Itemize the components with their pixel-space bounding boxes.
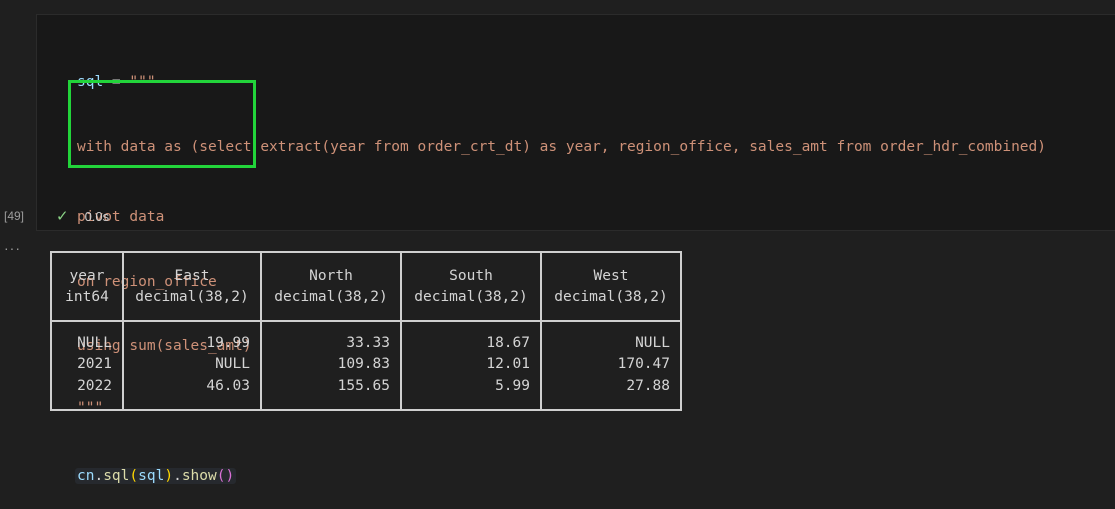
code-line-7: cn.sql(sql).show() xyxy=(75,466,1046,488)
table-cell: 5.99 xyxy=(400,375,542,410)
output-table: year East North South West int64 decimal… xyxy=(50,251,682,411)
table-cell: 2022 xyxy=(50,375,124,410)
type-west: decimal(38,2) xyxy=(540,286,682,322)
code-token-paren: ) xyxy=(164,467,174,484)
header-north: North xyxy=(260,252,402,287)
header-west: West xyxy=(540,252,682,287)
header-year: year xyxy=(50,252,124,287)
table-cell: 19.99 xyxy=(122,321,262,354)
code-token-fn: sql xyxy=(103,467,130,484)
execution-time: 0.0s xyxy=(84,208,110,224)
type-year: int64 xyxy=(50,286,124,322)
table-cell: 12.01 xyxy=(400,353,542,375)
table-cell: 33.33 xyxy=(260,321,402,354)
code-line-3: pivot data xyxy=(77,209,165,225)
type-south: decimal(38,2) xyxy=(400,286,542,322)
table-cell: 2021 xyxy=(50,353,124,375)
table-cell: 46.03 xyxy=(122,375,262,410)
table-row: 2022 46.03 155.65 5.99 27.88 xyxy=(50,375,682,410)
table-row: NULL 19.99 33.33 18.67 NULL xyxy=(50,321,682,354)
more-actions-icon[interactable]: ··· xyxy=(4,240,21,256)
check-icon: ✓ xyxy=(56,208,69,225)
header-types-row: int64 decimal(38,2) decimal(38,2) decima… xyxy=(50,286,682,322)
highlight-box xyxy=(68,80,256,168)
table-cell: 155.65 xyxy=(260,375,402,410)
code-token-arg: sql xyxy=(138,467,165,484)
cell-status: ✓ 0.0s xyxy=(56,207,109,225)
header-names-row: year East North South West xyxy=(50,252,682,287)
table-cell: 27.88 xyxy=(540,375,682,410)
code-token-dot: . xyxy=(173,467,182,484)
table-cell: NULL xyxy=(540,321,682,354)
table-row: 2021 NULL 109.83 12.01 170.47 xyxy=(50,353,682,375)
table-cell: 109.83 xyxy=(260,353,402,375)
table-cell: NULL xyxy=(50,321,124,354)
table-cell: NULL xyxy=(122,353,262,375)
header-east: East xyxy=(122,252,262,287)
code-token-fn: show xyxy=(181,467,217,484)
type-east: decimal(38,2) xyxy=(122,286,262,322)
table-cell: 170.47 xyxy=(540,353,682,375)
call-expression: cn.sql(sql).show() xyxy=(75,467,237,484)
execution-count: [49] xyxy=(4,209,25,223)
code-token-dot: . xyxy=(94,467,104,484)
code-token-paren: () xyxy=(216,467,235,484)
code-token-paren: ( xyxy=(129,467,139,484)
header-south: South xyxy=(400,252,542,287)
table-cell: 18.67 xyxy=(400,321,542,354)
type-north: decimal(38,2) xyxy=(260,286,402,322)
code-token-obj: cn xyxy=(77,467,95,484)
